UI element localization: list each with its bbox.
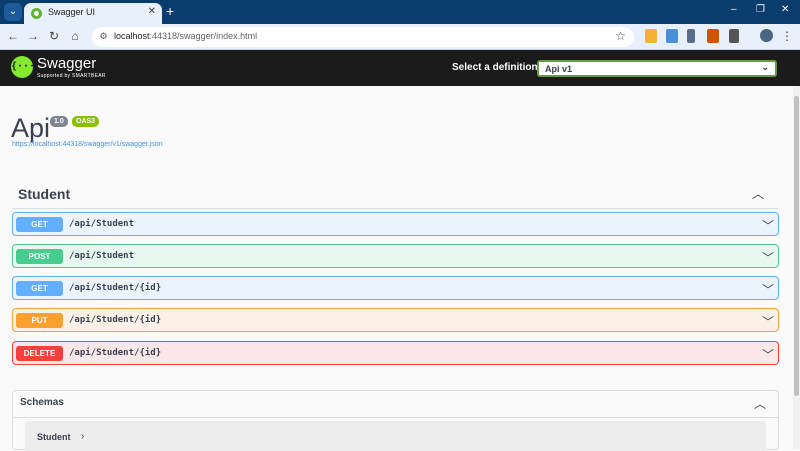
chevron-down-icon: ⌄ <box>761 62 769 72</box>
chevron-down-icon[interactable]: ﹀ <box>762 313 774 330</box>
schemas-section: Schemas ︿ Student › <box>12 390 779 451</box>
extension-icon[interactable] <box>707 29 719 43</box>
minimize-button[interactable]: – <box>731 4 737 15</box>
method-badge: POST <box>16 249 63 264</box>
operation-path: /api/Student/{id} <box>69 283 162 293</box>
chevron-right-icon[interactable]: › <box>81 431 84 442</box>
swagger-logo-icon: {···} <box>11 56 41 78</box>
api-title: Api <box>11 113 51 143</box>
method-badge: GET <box>16 217 63 232</box>
operation-put-student[interactable]: PUT /api/Student/{id} ﹀ <box>12 308 779 332</box>
chevron-up-icon[interactable]: ︿ <box>752 185 764 202</box>
back-arrow-icon[interactable]: ← <box>6 29 20 43</box>
tag-title: Student <box>18 186 71 202</box>
browser-toolbar: ← → ↻ ⌂ ⚙ localhost:44318/swagger/index.… <box>0 24 800 50</box>
profile-avatar[interactable] <box>760 29 773 42</box>
swagger-brand-sub: Supported by SMARTBEAR <box>37 73 106 79</box>
address-bar[interactable]: ⚙ localhost:44318/swagger/index.html ☆ <box>92 27 634 47</box>
operation-path: /api/Student <box>69 251 135 261</box>
spec-url-link[interactable]: https://localhost:44318/swagger/v1/swagg… <box>12 141 163 148</box>
url-text: localhost:44318/swagger/index.html <box>114 31 258 41</box>
tab-title: Swagger UI <box>48 7 96 17</box>
operation-path: /api/Student/{id} <box>69 348 162 358</box>
definition-value: Api v1 <box>545 64 573 74</box>
browser-tab-strip: ⌄ Swagger UI ✕ + – ❐ ✕ <box>0 0 800 24</box>
new-tab-button[interactable]: + <box>166 3 174 19</box>
chevron-down-icon[interactable]: ﹀ <box>762 281 774 298</box>
extension-icon[interactable] <box>645 29 657 43</box>
operation-get-student-by-id[interactable]: GET /api/Student/{id} ﹀ <box>12 276 779 300</box>
operation-post-student[interactable]: POST /api/Student ﹀ <box>12 244 779 268</box>
bookmark-star-icon[interactable]: ☆ <box>615 29 626 43</box>
method-badge: DELETE <box>16 346 63 361</box>
maximize-button[interactable]: ❐ <box>756 4 765 15</box>
swagger-favicon-icon <box>31 8 42 19</box>
extensions-puzzle-icon[interactable] <box>729 29 739 43</box>
schemas-title[interactable]: Schemas <box>20 397 64 408</box>
chevron-down-icon[interactable]: ﹀ <box>762 217 774 234</box>
operation-path: /api/Student <box>69 219 135 229</box>
browser-tab[interactable]: Swagger UI ✕ <box>24 3 162 24</box>
operation-get-student[interactable]: GET /api/Student ﹀ <box>12 212 779 236</box>
chevron-down-icon[interactable]: ﹀ <box>762 249 774 266</box>
model-name: Student <box>37 432 71 442</box>
menu-icon[interactable]: ⋮ <box>780 29 794 43</box>
divider <box>13 417 778 418</box>
close-window-button[interactable]: ✕ <box>781 4 789 15</box>
version-badge: 1.0 <box>50 116 68 127</box>
definition-select[interactable]: Api v1 ⌄ <box>537 60 777 77</box>
oas-badge: OAS3 <box>72 116 100 127</box>
swagger-brand: Swagger <box>37 55 97 72</box>
forward-arrow-icon[interactable]: → <box>26 29 40 43</box>
site-info-icon[interactable]: ⚙ <box>98 31 109 42</box>
definition-label: Select a definition <box>452 62 538 73</box>
extension-icon[interactable] <box>666 29 678 43</box>
chevron-up-icon[interactable]: ︿ <box>754 395 766 412</box>
tag-section-header[interactable]: Student ︿ <box>12 179 778 209</box>
tab-close-icon[interactable]: ✕ <box>148 6 156 17</box>
reload-icon[interactable]: ↻ <box>47 29 61 43</box>
home-icon[interactable]: ⌂ <box>68 29 82 43</box>
scrollbar-thumb[interactable] <box>794 96 799 396</box>
model-student[interactable]: Student › <box>25 421 766 451</box>
operation-delete-student[interactable]: DELETE /api/Student/{id} ﹀ <box>12 341 779 365</box>
chevron-down-icon[interactable]: ﹀ <box>762 346 774 363</box>
method-badge: PUT <box>16 313 63 328</box>
tab-search-button[interactable]: ⌄ <box>4 3 22 21</box>
extension-icon[interactable] <box>687 29 695 43</box>
operation-path: /api/Student/{id} <box>69 315 162 325</box>
method-badge: GET <box>16 281 63 296</box>
scrollbar[interactable] <box>793 86 800 449</box>
